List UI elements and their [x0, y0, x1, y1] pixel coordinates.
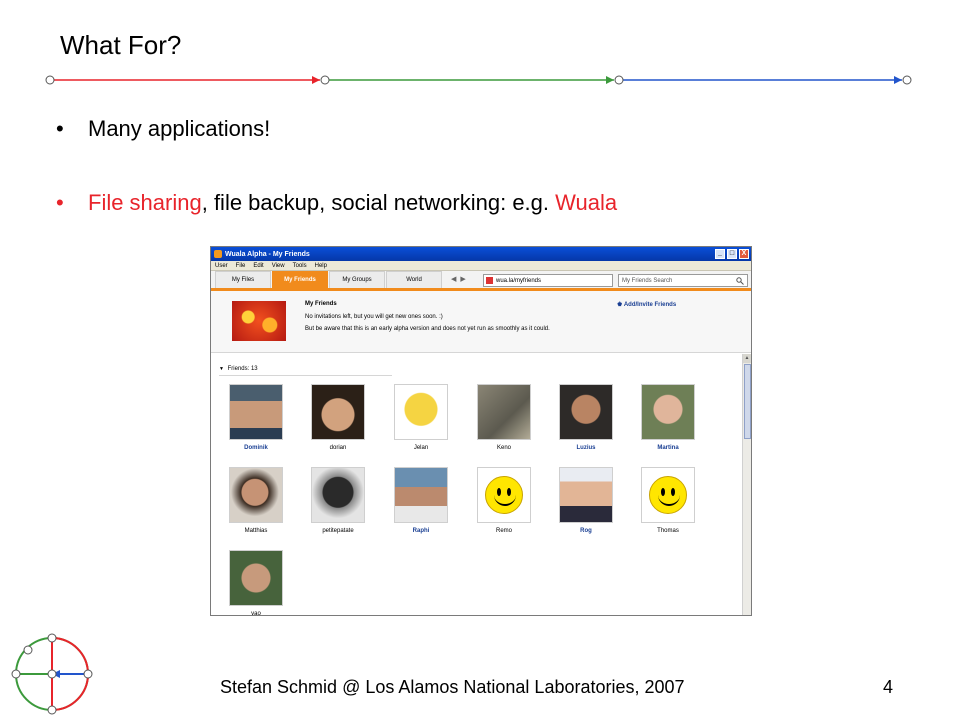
minimize-button[interactable]: _ — [715, 249, 725, 259]
bullet-highlight: Wuala — [555, 190, 618, 215]
friend-name[interactable]: Remo — [475, 528, 533, 534]
smiley-face-icon — [649, 476, 687, 514]
menu-user[interactable]: User — [215, 263, 228, 269]
window-titlebar: Wuala Alpha - My Friends _ □ X — [211, 247, 751, 261]
friend-photo[interactable] — [477, 384, 531, 440]
nav-bar: My Files My Friends My Groups World ◀ ▶ … — [211, 271, 751, 291]
collapse-triangle-icon[interactable]: ▼ — [219, 366, 224, 372]
friend-photo[interactable] — [394, 467, 448, 523]
vertical-scrollbar[interactable]: ▲ — [742, 354, 751, 615]
friend-tile[interactable]: petitepatate — [309, 467, 367, 534]
friend-photo[interactable] — [229, 467, 283, 523]
site-icon — [486, 277, 493, 284]
friend-name[interactable]: Raphi — [392, 528, 450, 534]
info-line: But be aware that this is an early alpha… — [305, 326, 550, 332]
tab-my-friends[interactable]: My Friends — [272, 271, 328, 288]
friend-tile[interactable]: Luzius — [557, 384, 615, 451]
menu-edit[interactable]: Edit — [253, 263, 263, 269]
scrollbar-thumb[interactable] — [744, 364, 751, 439]
slide-footer: Stefan Schmid @ Los Alamos National Labo… — [220, 677, 685, 697]
friend-tile[interactable]: Rog — [557, 467, 615, 534]
friend-name[interactable]: Rog — [557, 528, 615, 534]
friend-tile[interactable]: Dominik — [227, 384, 285, 451]
friend-name[interactable]: Thomas — [639, 528, 697, 534]
friend-tile[interactable]: Matthias — [227, 467, 285, 534]
friends-count: Friends: 13 — [227, 366, 258, 372]
friend-tile[interactable]: Remo — [475, 467, 533, 534]
menu-file[interactable]: File — [236, 263, 246, 269]
friend-tile[interactable]: Keno — [475, 384, 533, 451]
tab-my-files[interactable]: My Files — [215, 271, 271, 288]
smiley-avatar-icon[interactable] — [641, 467, 695, 523]
menu-tools[interactable]: Tools — [293, 263, 307, 269]
maximize-button[interactable]: □ — [727, 249, 737, 259]
friend-photo[interactable] — [641, 384, 695, 440]
add-invite-label: Add/Invite Friends — [623, 302, 677, 308]
forward-arrow-icon[interactable]: ▶ — [460, 271, 465, 288]
page-number: 4 — [883, 677, 894, 697]
tab-world[interactable]: World — [386, 271, 442, 288]
friend-tile[interactable]: dorian — [309, 384, 367, 451]
friend-tile[interactable]: Raphi — [392, 467, 450, 534]
friend-name[interactable]: Martina — [639, 445, 697, 451]
friend-name[interactable]: petitepatate — [309, 528, 367, 534]
friend-photo[interactable] — [311, 384, 365, 440]
search-input[interactable]: My Friends Search — [618, 274, 748, 287]
friend-photo[interactable] — [229, 550, 283, 606]
info-line: No invitations left, but you will get ne… — [305, 314, 443, 320]
person-add-icon: ♚ — [617, 302, 623, 308]
bullet-highlight: File sharing — [88, 190, 202, 215]
friend-name[interactable]: dorian — [309, 445, 367, 451]
bullet-dot: • — [56, 190, 64, 215]
friend-name[interactable]: Jelan — [392, 445, 450, 451]
app-screenshot: Wuala Alpha - My Friends _ □ X User File… — [210, 246, 752, 616]
friend-name[interactable]: Matthias — [227, 528, 285, 534]
add-invite-friends-link[interactable]: ♚ Add/Invite Friends — [617, 301, 676, 308]
tab-my-groups[interactable]: My Groups — [329, 271, 385, 288]
friend-tile[interactable]: Thomas — [639, 467, 697, 534]
friend-tile[interactable]: Martina — [639, 384, 697, 451]
menu-help[interactable]: Help — [315, 263, 327, 269]
info-heading: My Friends — [305, 301, 337, 307]
address-field[interactable]: wua.la/myfriends — [483, 274, 613, 287]
bullet-text: , file backup, social networking: e.g. — [201, 190, 556, 215]
friend-photo[interactable] — [559, 467, 613, 523]
network-logo-icon — [11, 633, 93, 715]
window-title: Wuala Alpha - My Friends — [225, 250, 310, 258]
close-button[interactable]: X — [739, 249, 749, 259]
bullet-dot: • — [56, 116, 64, 141]
magnifier-icon[interactable] — [736, 276, 744, 285]
friend-name[interactable]: yao — [227, 611, 285, 615]
info-panel: My Friends No invitations left, but you … — [211, 291, 751, 353]
friend-name[interactable]: Luzius — [557, 445, 615, 451]
smiley-avatar-icon[interactable] — [477, 467, 531, 523]
friend-name[interactable]: Dominik — [227, 445, 285, 451]
friend-tile[interactable]: Jelan — [392, 384, 450, 451]
friend-tile[interactable]: yao — [227, 550, 285, 615]
search-placeholder: My Friends Search — [622, 277, 673, 284]
profile-image — [232, 301, 286, 341]
friend-photo[interactable] — [229, 384, 283, 440]
app-icon — [214, 250, 222, 258]
friends-section-header[interactable]: ▼ Friends: 13 — [219, 366, 258, 372]
friend-photo[interactable] — [559, 384, 613, 440]
bullet-item: • Many applications! — [56, 116, 270, 142]
bullet-item: • File sharing, file backup, social netwo… — [56, 190, 617, 216]
slide-title: What For? — [60, 30, 182, 60]
bullet-text: Many applications! — [88, 116, 271, 141]
scroll-up-arrow-icon[interactable]: ▲ — [743, 354, 751, 363]
friend-name[interactable]: Keno — [475, 445, 533, 451]
friend-photo[interactable] — [311, 467, 365, 523]
menu-view[interactable]: View — [272, 263, 285, 269]
friend-photo[interactable] — [394, 384, 448, 440]
address-text: wua.la/myfriends — [496, 277, 542, 284]
section-divider — [219, 375, 392, 376]
back-arrow-icon[interactable]: ◀ — [451, 271, 456, 288]
smiley-face-icon — [485, 476, 523, 514]
title-rule-decoration — [45, 75, 912, 85]
menu-bar: User File Edit View Tools Help — [211, 261, 751, 271]
